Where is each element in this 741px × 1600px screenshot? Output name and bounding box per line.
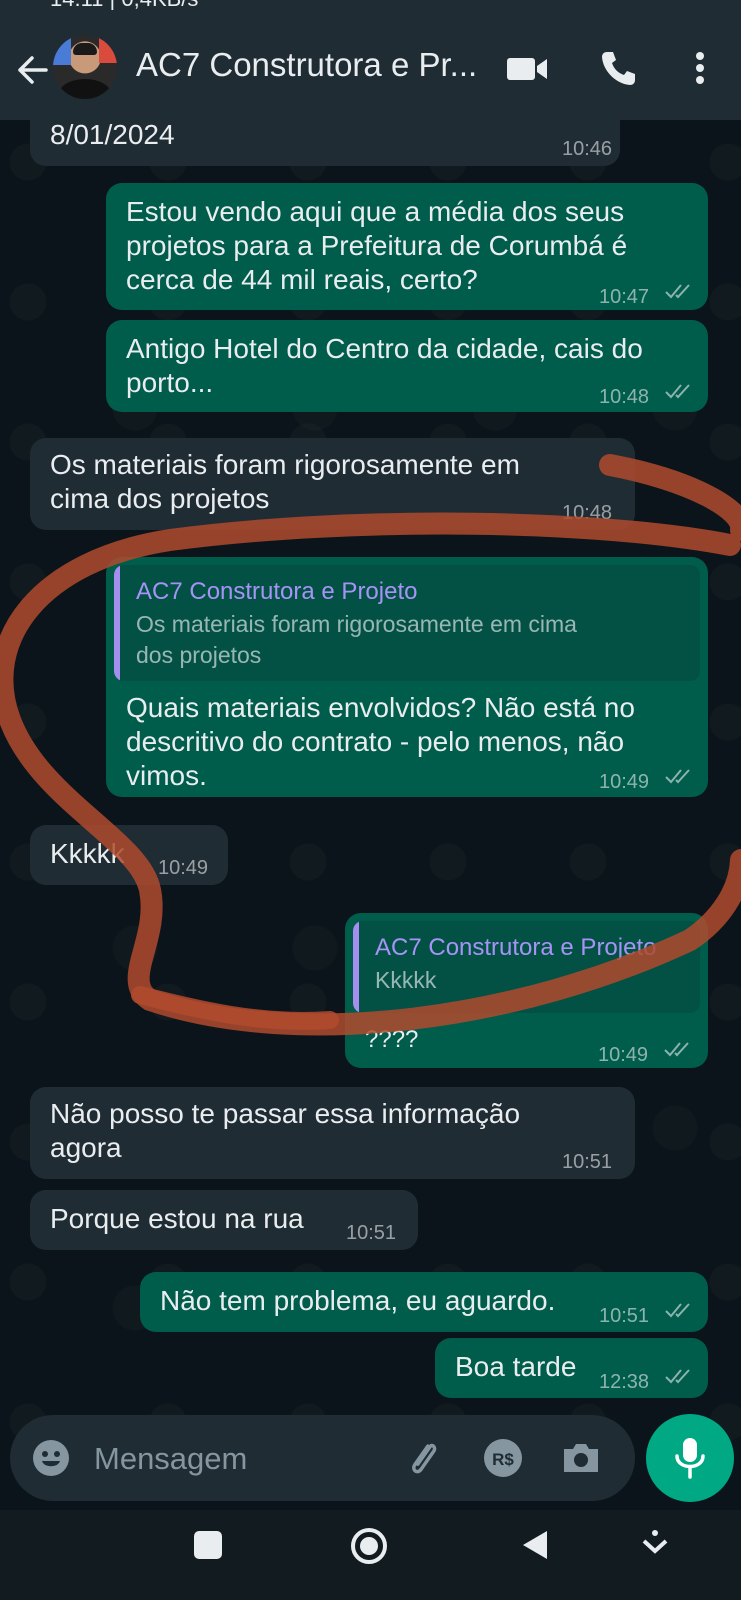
double-check-icon [665,1369,690,1384]
message-incoming[interactable]: Os materiais foram rigorosamente em cima… [30,438,635,530]
message-text: Não tem problema, eu aguardo. [160,1285,556,1316]
message-time: 10:47 [599,286,650,308]
microphone-icon [675,1438,705,1479]
pix-payment-icon[interactable]: R$ [482,1437,524,1479]
quoted-message[interactable]: AC7 Construtora e Projeto Kkkkk [353,921,700,1013]
home-icon[interactable] [349,1526,389,1566]
video-camera-icon[interactable] [505,50,551,88]
message-outgoing[interactable]: Boa tarde 12:38 [435,1338,708,1398]
message-text: Antigo Hotel do Centro da cidade, cais d… [126,333,643,398]
double-check-icon [664,1042,689,1057]
double-check-icon [665,284,690,299]
quote-text: Os materiais foram rigorosamente em cima… [136,611,577,668]
quote-bar [353,921,359,1013]
message-time: 10:48 [562,502,613,524]
message-incoming[interactable]: Não posso te passar essa informação agor… [30,1087,635,1179]
contact-name[interactable]: AC7 Construtora e Pr... [136,46,496,84]
message-time: 12:38 [599,1371,650,1393]
message-text: 8/01/2024 [50,120,175,150]
quoted-message[interactable]: AC7 Construtora e Projeto Os materiais f… [114,565,700,681]
message-incoming[interactable]: 8/01/2024 10:46 [30,120,620,166]
quote-author: AC7 Construtora e Projeto [136,578,418,605]
message-time: 10:49 [599,771,650,793]
message-text: Estou vendo aqui que a média dos seus pr… [126,196,628,295]
svg-text:R$: R$ [492,1450,514,1469]
phone-icon[interactable] [598,48,638,88]
quote-text: Kkkkk [375,967,437,993]
paperclip-icon[interactable] [402,1437,446,1481]
message-time: 10:51 [562,1151,613,1173]
camera-icon[interactable] [560,1437,602,1479]
message-time: 10:49 [598,1044,649,1066]
status-bar: 14:11 | 0,4KB/s [0,0,741,10]
message-incoming[interactable]: Porque estou na rua 10:51 [30,1190,418,1250]
message-text: Kkkkk [50,838,125,869]
message-outgoing[interactable]: Estou vendo aqui que a média dos seus pr… [106,183,708,310]
message-outgoing[interactable]: Antigo Hotel do Centro da cidade, cais d… [106,320,708,412]
back-triangle-icon[interactable] [519,1529,551,1561]
message-composer: R$ [10,1415,635,1501]
avatar[interactable] [53,35,117,99]
status-text: 14:11 | 0,4KB/s [50,0,198,10]
message-text: Não posso te passar essa informação agor… [50,1098,521,1163]
double-check-icon [665,1303,690,1318]
message-time: 10:48 [599,386,650,408]
message-time: 10:49 [158,857,209,879]
message-text: Os materiais foram rigorosamente em cima… [50,449,520,514]
message-outgoing-reply[interactable]: AC7 Construtora e Projeto Os materiais f… [106,557,708,797]
keyboard-hide-icon[interactable] [640,1527,670,1563]
recent-apps-icon[interactable] [194,1531,222,1559]
message-text: Porque estou na rua [50,1203,304,1234]
microphone-button[interactable] [646,1414,734,1502]
message-time: 10:46 [562,138,613,160]
more-vertical-icon[interactable] [682,48,718,88]
emoji-icon[interactable] [30,1437,72,1479]
chat-header: 14:11 | 0,4KB/s AC7 Construtora e Pr... [0,0,741,120]
message-incoming[interactable]: Kkkkk 10:49 [30,825,228,885]
chat-area[interactable]: 8/01/2024 10:46 Estou vendo aqui que a m… [0,120,741,1480]
arrow-left-icon[interactable] [12,50,52,90]
double-check-icon [665,384,690,399]
message-time: 10:51 [346,1222,397,1244]
message-time: 10:51 [599,1305,650,1327]
message-text: Boa tarde [455,1351,577,1382]
message-outgoing[interactable]: Não tem problema, eu aguardo. 10:51 [140,1272,708,1332]
message-text: Quais materiais envolvidos? Não está no … [126,692,635,791]
double-check-icon [665,769,690,784]
message-input[interactable] [92,1435,396,1483]
quote-bar [114,565,120,681]
message-text: ???? [365,1026,419,1053]
quote-author: AC7 Construtora e Projeto [375,934,657,961]
message-outgoing-reply[interactable]: AC7 Construtora e Projeto Kkkkk ???? 10:… [345,913,708,1068]
